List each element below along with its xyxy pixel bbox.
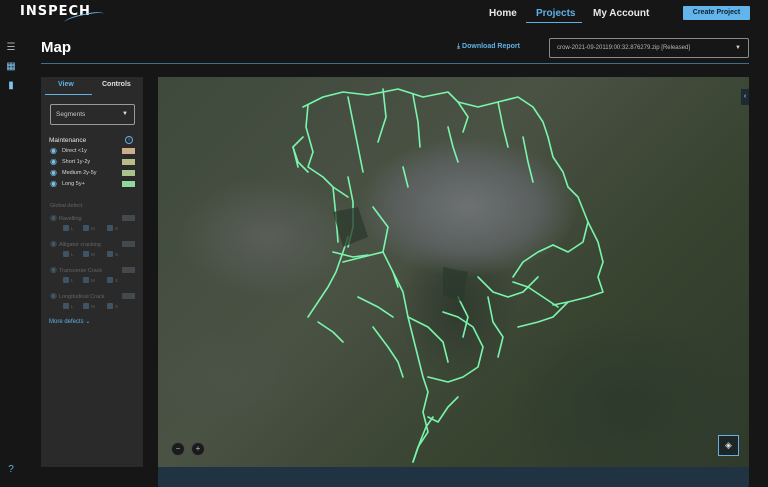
checkbox[interactable] (63, 225, 69, 231)
legend-item-direct[interactable]: ◉ Direct <1y (50, 147, 136, 156)
checkbox[interactable] (107, 251, 113, 257)
defect-transverse[interactable]: ◉ Transverse Crack (50, 265, 102, 274)
legend-swatch (122, 181, 135, 187)
defect-swatch (122, 293, 135, 299)
view-panel: View Controls Segments ▼ Maintenance i ◉… (41, 77, 143, 467)
eye-icon[interactable]: ◉ (50, 147, 57, 155)
nav-projects[interactable]: Projects (536, 8, 575, 19)
file-select-value: crow-2021-09-20119:00:32.876279.zip [Rel… (557, 45, 690, 51)
checkbox[interactable] (83, 251, 89, 257)
legend-item-short[interactable]: ◉ Short 1y-2y (50, 158, 136, 167)
defect-alligator[interactable]: ◉ Alligator cracking (50, 239, 101, 248)
eye-icon[interactable]: ◉ (50, 169, 57, 177)
help-icon[interactable]: ? (3, 462, 19, 477)
checkbox[interactable] (63, 251, 69, 257)
tab-view[interactable]: View (58, 81, 74, 88)
zoom-out-button[interactable]: − (171, 442, 185, 456)
chevron-down-icon: ▼ (122, 111, 128, 117)
tab-controls[interactable]: Controls (102, 81, 131, 88)
global-defect-title: Global defect (50, 203, 83, 209)
segments-select[interactable]: Segments ▼ (50, 104, 135, 125)
legend-item-long[interactable]: ◉ Long 5y+ (50, 180, 136, 189)
defect-longitudinal[interactable]: ◉ Longitudinal Crack (50, 291, 105, 300)
legend-item-medium[interactable]: ◉ Medium 2y-5y (50, 169, 136, 178)
tab-active-indicator (45, 94, 92, 95)
eye-icon: ◉ (50, 265, 57, 274)
eye-icon: ◉ (50, 291, 57, 300)
top-navigation: INSPECH Home Projects My Account Create … (0, 0, 768, 30)
checkbox[interactable] (83, 277, 89, 283)
legend-swatch (122, 148, 135, 154)
header-divider (41, 63, 749, 64)
defect-swatch (122, 215, 135, 221)
checkbox[interactable] (83, 303, 89, 309)
layers-icon[interactable]: ◈ (718, 435, 739, 456)
icon-sidebar: ☰ ▦ ▮ ▣ ? (0, 30, 749, 487)
checkbox[interactable] (107, 303, 113, 309)
legend-label: Medium 2y-5y (62, 170, 97, 176)
legend-label: Long 5y+ (62, 181, 85, 187)
download-report-link[interactable]: ⤓ Download Report (457, 43, 520, 51)
page-title: Map (41, 39, 71, 56)
eye-icon: ◉ (50, 213, 57, 222)
app-logo[interactable]: INSPECH (20, 4, 105, 27)
eye-icon[interactable]: ◉ (50, 180, 57, 188)
legend-label: Short 1y-2y (62, 159, 91, 165)
checkbox[interactable] (107, 225, 113, 231)
more-defects-link[interactable]: More defects ⌄ (49, 318, 90, 325)
legend-label: Direct <1y (62, 148, 87, 154)
checkbox[interactable] (107, 277, 113, 283)
nav-active-indicator (526, 22, 582, 23)
chevron-left-icon[interactable]: ‹ (741, 89, 749, 105)
chevron-down-icon: ⌄ (85, 319, 91, 325)
zoom-in-button[interactable]: + (191, 442, 205, 456)
checkbox[interactable] (83, 225, 89, 231)
info-icon[interactable]: i (125, 136, 133, 144)
eye-icon: ◉ (50, 239, 57, 248)
chart-icon[interactable]: ▮ (3, 78, 19, 93)
defect-ravelling[interactable]: ◉ Ravelling (50, 213, 82, 222)
checkbox[interactable] (63, 303, 69, 309)
defect-swatch (122, 267, 135, 273)
panel-tabs: View Controls (41, 77, 143, 95)
checkbox[interactable] (63, 277, 69, 283)
nav-home[interactable]: Home (489, 8, 517, 19)
chevron-down-icon: ▼ (735, 45, 741, 51)
menu-icon[interactable]: ☰ (3, 40, 19, 55)
maintenance-title: Maintenance (49, 137, 87, 144)
file-select[interactable]: crow-2021-09-20119:00:32.876279.zip [Rel… (549, 38, 749, 58)
create-project-button[interactable]: Create Project (683, 6, 750, 20)
defect-swatch (122, 241, 135, 247)
segments-select-value: Segments (56, 111, 86, 118)
eye-icon[interactable]: ◉ (50, 158, 57, 166)
map-view[interactable]: ‹ − + ◈ (158, 77, 749, 467)
nav-my-account[interactable]: My Account (593, 8, 649, 19)
grid-icon[interactable]: ▦ (3, 59, 19, 74)
legend-swatch (122, 170, 135, 176)
legend-swatch (122, 159, 135, 165)
road-network-overlay (292, 88, 604, 463)
